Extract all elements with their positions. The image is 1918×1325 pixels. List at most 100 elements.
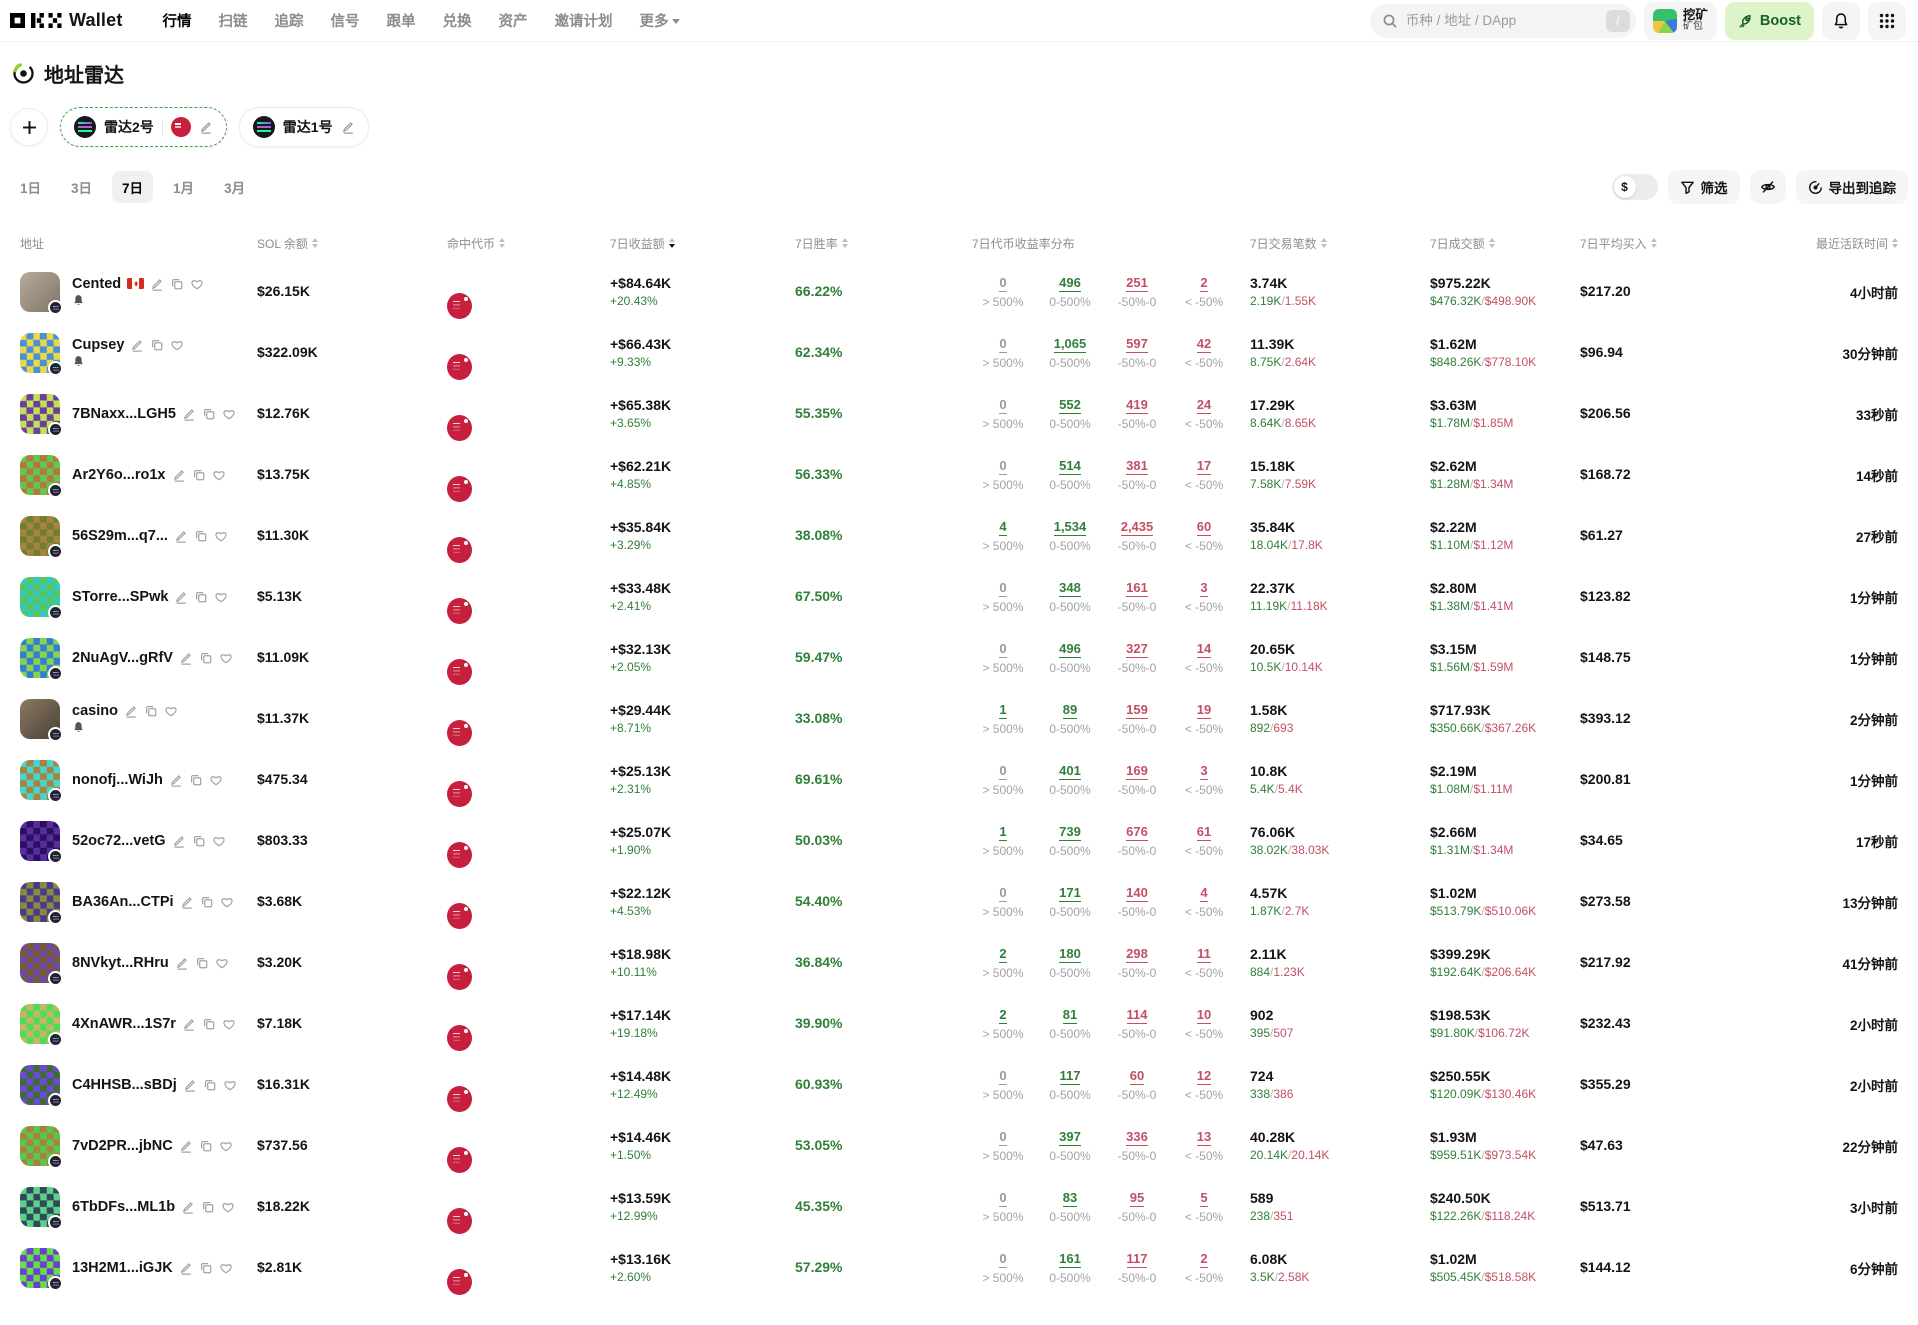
edit-icon[interactable] [183,1078,197,1092]
dist-count-link[interactable]: 0 [999,1068,1006,1085]
dist-count-link[interactable]: 10 [1197,1007,1211,1024]
copy-icon[interactable] [192,468,206,482]
alert-bell-icon[interactable] [72,355,85,368]
edit-icon[interactable] [180,895,194,909]
dist-count-link[interactable]: 11 [1197,946,1211,963]
dist-count-link[interactable]: 0 [999,885,1006,902]
column-header[interactable]: SOL 余额 [257,235,447,252]
address-name[interactable]: nonofj...WiJh [72,772,163,788]
heart-icon[interactable] [212,468,226,482]
edit-icon[interactable] [199,120,213,134]
dist-count-link[interactable]: 419 [1126,397,1148,414]
dist-count-link[interactable]: 4 [999,519,1006,536]
avatar[interactable] [20,1004,60,1044]
dist-count-link[interactable]: 117 [1127,1251,1148,1268]
dist-count-link[interactable]: 496 [1059,275,1081,292]
dist-count-link[interactable]: 4 [1200,885,1207,902]
heart-icon[interactable] [209,773,223,787]
add-radar-button[interactable] [10,108,48,146]
dist-count-link[interactable]: 14 [1197,641,1211,658]
table-row[interactable]: 56S29m...q7... $11.30K [10,505,1908,566]
column-header[interactable]: 命中代币 [447,235,610,252]
time-tab-1月[interactable]: 1月 [163,171,204,203]
dist-count-link[interactable]: 552 [1059,397,1081,414]
dist-count-link[interactable]: 1 [999,824,1006,841]
address-name[interactable]: STorre...SPwk [72,589,168,605]
dist-count-link[interactable]: 2 [1200,1251,1207,1268]
address-name[interactable]: 13H2M1...iGJK [72,1260,173,1276]
nav-item-6[interactable]: 兑换 [443,10,472,31]
export-to-tracking-button[interactable]: 导出到追踪 [1796,170,1909,204]
edit-icon[interactable] [174,529,188,543]
column-header[interactable]: 7日平均买入 [1580,235,1710,252]
copy-icon[interactable] [199,1261,213,1275]
dist-count-link[interactable]: 95 [1130,1190,1144,1207]
table-row[interactable]: casino [10,688,1908,749]
copy-icon[interactable] [195,956,209,970]
dist-count-link[interactable]: 114 [1127,1007,1148,1024]
table-row[interactable]: Ar2Y6o...ro1x $13.75K [10,444,1908,505]
dist-count-link[interactable]: 676 [1126,824,1148,841]
radar-chip-2[interactable]: 雷达1号 [239,107,369,147]
dist-count-link[interactable]: 2,435 [1121,519,1154,536]
address-name[interactable]: Ar2Y6o...ro1x [72,467,166,483]
avatar[interactable] [20,821,60,861]
nav-item-9[interactable]: 更多 [640,10,680,31]
time-tab-1日[interactable]: 1日 [10,171,51,203]
dist-count-link[interactable]: 3 [1200,580,1207,597]
time-tab-7日[interactable]: 7日 [112,171,153,203]
address-name[interactable]: casino [72,703,118,719]
dist-count-link[interactable]: 401 [1059,763,1081,780]
avatar[interactable] [20,638,60,678]
edit-icon[interactable] [181,1200,195,1214]
dist-count-link[interactable]: 19 [1197,702,1211,719]
avatar[interactable] [20,455,60,495]
edit-icon[interactable] [175,956,189,970]
nav-item-8[interactable]: 邀请计划 [555,10,613,31]
avatar[interactable] [20,333,60,373]
dist-count-link[interactable]: 597 [1126,336,1148,353]
address-name[interactable]: 8NVkyt...RHru [72,955,169,971]
heart-icon[interactable] [222,407,236,421]
dist-count-link[interactable]: 0 [999,641,1006,658]
nav-item-2[interactable]: 扫链 [219,10,248,31]
nav-item-7[interactable]: 资产 [499,10,528,31]
copy-icon[interactable] [202,407,216,421]
dist-count-link[interactable]: 0 [999,763,1006,780]
avatar[interactable] [20,1248,60,1288]
edit-icon[interactable] [150,277,164,291]
alert-bell-icon[interactable] [72,294,85,307]
heart-icon[interactable] [219,1139,233,1153]
address-name[interactable]: 52oc72...vetG [72,833,166,849]
dist-count-link[interactable]: 17 [1197,458,1211,475]
copy-icon[interactable] [194,529,208,543]
dist-count-link[interactable]: 159 [1126,702,1148,719]
dist-count-link[interactable]: 83 [1063,1190,1077,1207]
column-header[interactable]: 7日成交额 [1430,235,1580,252]
radar-chip-1[interactable]: 雷达2号 [60,107,227,147]
dist-count-link[interactable]: 381 [1126,458,1148,475]
heart-icon[interactable] [164,704,178,718]
copy-icon[interactable] [199,1139,213,1153]
nav-item-1[interactable]: 行情 [163,10,192,31]
table-row[interactable]: 2NuAgV...gRfV $11.09K [10,627,1908,688]
copy-icon[interactable] [203,1078,217,1092]
dist-count-link[interactable]: 2 [999,1007,1006,1024]
notifications-button[interactable] [1822,2,1860,40]
address-name[interactable]: BA36An...CTPi [72,894,174,910]
dist-count-link[interactable]: 161 [1126,580,1148,597]
dist-count-link[interactable]: 2 [999,946,1006,963]
dist-count-link[interactable]: 180 [1059,946,1081,963]
address-name[interactable]: 4XnAWR...1S7r [72,1016,176,1032]
dist-count-link[interactable]: 251 [1126,275,1148,292]
dist-count-link[interactable]: 12 [1197,1068,1211,1085]
dist-count-link[interactable]: 89 [1063,702,1077,719]
avatar[interactable] [20,516,60,556]
table-row[interactable]: C4HHSB...sBDj $16.31K [10,1054,1908,1115]
mining-button[interactable]: 挖矿 矿包 [1644,2,1717,40]
address-name[interactable]: 7BNaxx...LGH5 [72,406,176,422]
heart-icon[interactable] [214,529,228,543]
time-tab-3日[interactable]: 3日 [61,171,102,203]
avatar[interactable] [20,272,60,312]
dist-count-link[interactable]: 140 [1126,885,1148,902]
